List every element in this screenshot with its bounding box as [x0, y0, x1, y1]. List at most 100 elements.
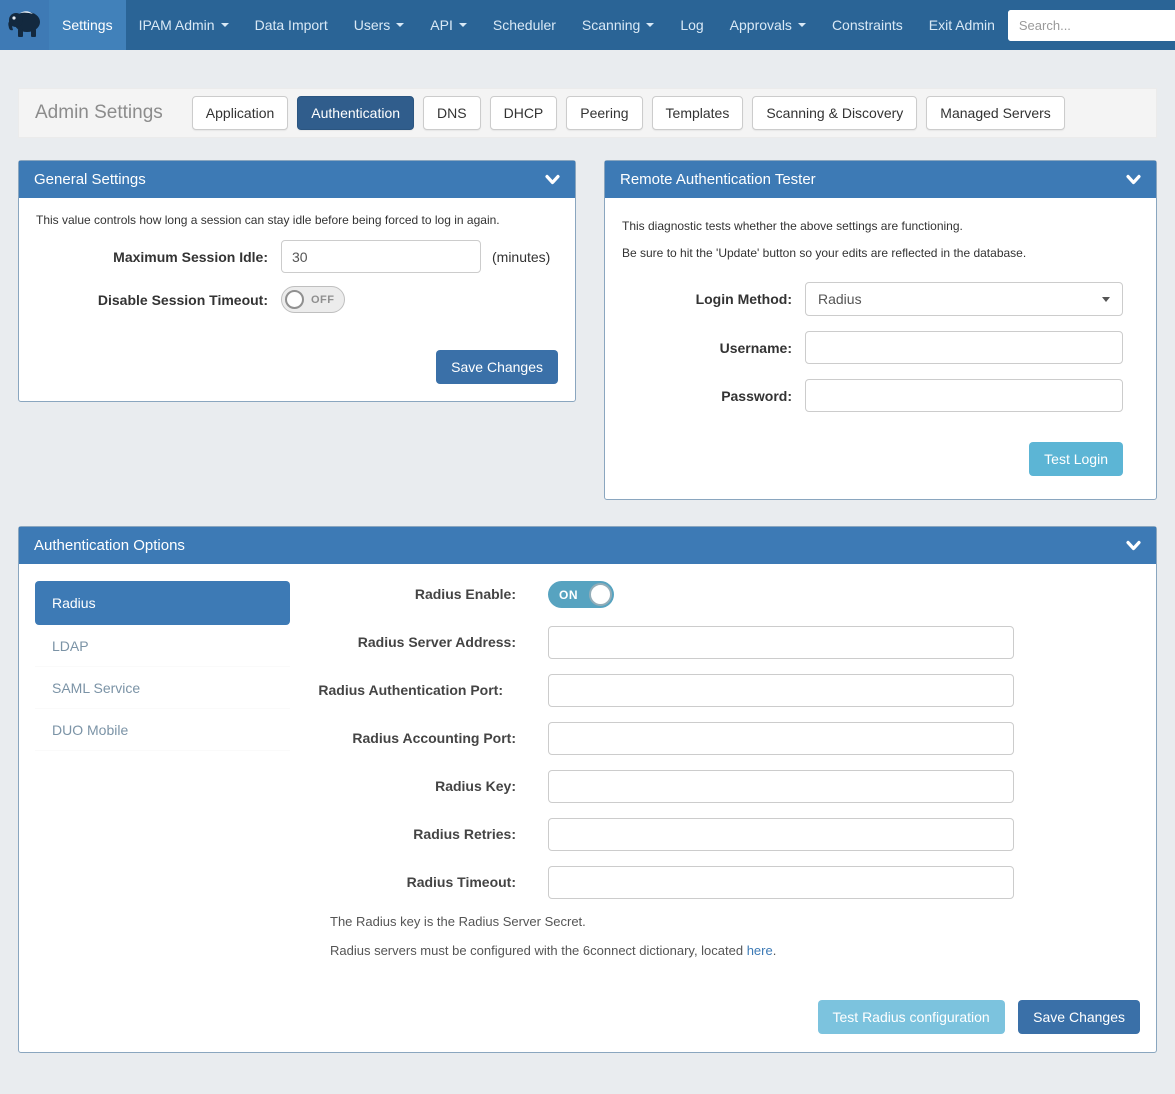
- session-idle-label: Maximum Session Idle:: [36, 249, 281, 265]
- nav-item-ipam-admin[interactable]: IPAM Admin: [126, 0, 242, 50]
- session-idle-description: This value controls how long a session c…: [36, 213, 558, 227]
- nav-item-scheduler[interactable]: Scheduler: [480, 0, 569, 50]
- nav-item-constraints[interactable]: Constraints: [819, 0, 916, 50]
- general-save-button[interactable]: Save Changes: [436, 350, 558, 384]
- tester-description-2: Be sure to hit the 'Update' button so yo…: [622, 246, 1139, 260]
- login-method-value: Radius: [818, 291, 862, 307]
- nav-item-label: Scanning: [582, 17, 640, 33]
- radius-retries-input[interactable]: [548, 818, 1014, 851]
- radius-enable-toggle[interactable]: ON: [548, 581, 614, 608]
- dictionary-here-link[interactable]: here: [747, 943, 773, 958]
- navbar-right: [1008, 0, 1175, 50]
- toggle-knob: [285, 290, 304, 309]
- note-text: Radius servers must be configured with t…: [330, 943, 747, 958]
- radius-key-note: The Radius key is the Radius Server Secr…: [330, 914, 1140, 929]
- nav-item-settings[interactable]: Settings: [49, 0, 126, 50]
- chevron-down-icon[interactable]: [1126, 174, 1141, 185]
- nav-item-label: Approvals: [730, 17, 792, 33]
- tab-authentication[interactable]: Authentication: [297, 96, 414, 130]
- sidebar-item-radius[interactable]: Radius: [35, 581, 290, 625]
- nav-item-log[interactable]: Log: [667, 0, 716, 50]
- radius-timeout-label: Radius Timeout:: [318, 873, 516, 893]
- nav-item-api[interactable]: API: [417, 0, 480, 50]
- caret-down-icon: [221, 23, 229, 27]
- tab-scanning-discovery[interactable]: Scanning & Discovery: [752, 96, 917, 130]
- session-idle-input[interactable]: [281, 240, 481, 273]
- disable-timeout-label: Disable Session Timeout:: [36, 292, 281, 308]
- top-navbar: Settings IPAM Admin Data Import Users AP…: [0, 0, 1175, 50]
- tab-managed-servers[interactable]: Managed Servers: [926, 96, 1065, 130]
- tab-application[interactable]: Application: [192, 96, 289, 130]
- select-caret-icon: [1102, 297, 1110, 302]
- tester-description-1: This diagnostic tests whether the above …: [622, 219, 1139, 233]
- radius-timeout-input[interactable]: [548, 866, 1014, 899]
- authentication-options-header: Authentication Options: [19, 527, 1156, 564]
- test-login-button[interactable]: Test Login: [1029, 442, 1123, 476]
- disable-timeout-toggle[interactable]: OFF: [281, 286, 345, 313]
- radius-server-address-input[interactable]: [548, 626, 1014, 659]
- radius-dictionary-note: Radius servers must be configured with t…: [330, 943, 1140, 958]
- panel-title: Authentication Options: [34, 537, 185, 554]
- radius-auth-port-input[interactable]: [548, 674, 1014, 707]
- nav-item-label: Scheduler: [493, 17, 556, 33]
- panel-title: General Settings: [34, 171, 146, 188]
- chevron-down-icon[interactable]: [1126, 540, 1141, 551]
- remote-auth-tester-header: Remote Authentication Tester: [605, 161, 1156, 198]
- nav-item-users[interactable]: Users: [341, 0, 418, 50]
- nav-item-scanning[interactable]: Scanning: [569, 0, 667, 50]
- sidebar-item-saml-service[interactable]: SAML Service: [35, 667, 290, 709]
- radius-retries-label: Radius Retries:: [318, 825, 516, 845]
- nav-item-label: Log: [680, 17, 703, 33]
- nav-item-label: IPAM Admin: [139, 17, 215, 33]
- panel-title: Remote Authentication Tester: [620, 171, 816, 188]
- authentication-options-panel: Authentication Options Radius LDAP SAML …: [18, 526, 1157, 1053]
- nav-item-exit-admin[interactable]: Exit Admin: [916, 0, 1008, 50]
- radius-auth-port-label: Radius Authentication Port:: [318, 681, 503, 701]
- nav-item-label: API: [430, 17, 453, 33]
- login-method-select[interactable]: Radius: [805, 282, 1123, 316]
- nav-item-approvals[interactable]: Approvals: [717, 0, 819, 50]
- nav-item-label: Constraints: [832, 17, 903, 33]
- username-label: Username:: [622, 340, 805, 356]
- radius-accounting-port-label: Radius Accounting Port:: [318, 729, 516, 749]
- tab-peering[interactable]: Peering: [566, 96, 642, 130]
- toggle-state-label: ON: [559, 588, 578, 602]
- tab-dns[interactable]: DNS: [423, 96, 481, 130]
- radius-key-label: Radius Key:: [318, 777, 516, 797]
- radius-save-button[interactable]: Save Changes: [1018, 1000, 1140, 1034]
- note-text: .: [773, 943, 777, 958]
- page-title: Admin Settings: [35, 102, 163, 124]
- radius-enable-label: Radius Enable:: [318, 585, 516, 605]
- search-group: [1008, 10, 1175, 41]
- app-logo[interactable]: [0, 0, 49, 50]
- radius-key-input[interactable]: [548, 770, 1014, 803]
- nav-item-label: Data Import: [255, 17, 328, 33]
- caret-down-icon: [798, 23, 806, 27]
- tab-dhcp[interactable]: DHCP: [490, 96, 558, 130]
- nav-item-data-import[interactable]: Data Import: [242, 0, 341, 50]
- auth-methods-list: Radius LDAP SAML Service DUO Mobile: [35, 581, 290, 1034]
- password-label: Password:: [622, 388, 805, 404]
- remote-auth-tester-panel: Remote Authentication Tester This diagno…: [604, 160, 1157, 500]
- elephant-logo-icon: [6, 7, 44, 44]
- radius-settings-form: Radius Enable: ON Radius Server Address:…: [318, 581, 1140, 1034]
- caret-down-icon: [459, 23, 467, 27]
- general-settings-panel: General Settings This value controls how…: [18, 160, 576, 402]
- nav-menu: Settings IPAM Admin Data Import Users AP…: [49, 0, 1008, 50]
- test-radius-configuration-button[interactable]: Test Radius configuration: [818, 1000, 1005, 1034]
- tab-templates[interactable]: Templates: [652, 96, 744, 130]
- password-input[interactable]: [805, 379, 1123, 412]
- toggle-knob: [589, 583, 612, 606]
- username-input[interactable]: [805, 331, 1123, 364]
- nav-item-label: Users: [354, 17, 391, 33]
- sidebar-item-duo-mobile[interactable]: DUO Mobile: [35, 709, 290, 751]
- chevron-down-icon[interactable]: [545, 174, 560, 185]
- radius-server-address-label: Radius Server Address:: [318, 633, 516, 653]
- search-input[interactable]: [1008, 10, 1175, 41]
- admin-settings-bar: Admin Settings Application Authenticatio…: [18, 88, 1157, 138]
- sidebar-item-ldap[interactable]: LDAP: [35, 625, 290, 667]
- login-method-label: Login Method:: [622, 291, 805, 307]
- toggle-state-label: OFF: [311, 294, 335, 306]
- nav-item-label: Exit Admin: [929, 17, 995, 33]
- radius-accounting-port-input[interactable]: [548, 722, 1014, 755]
